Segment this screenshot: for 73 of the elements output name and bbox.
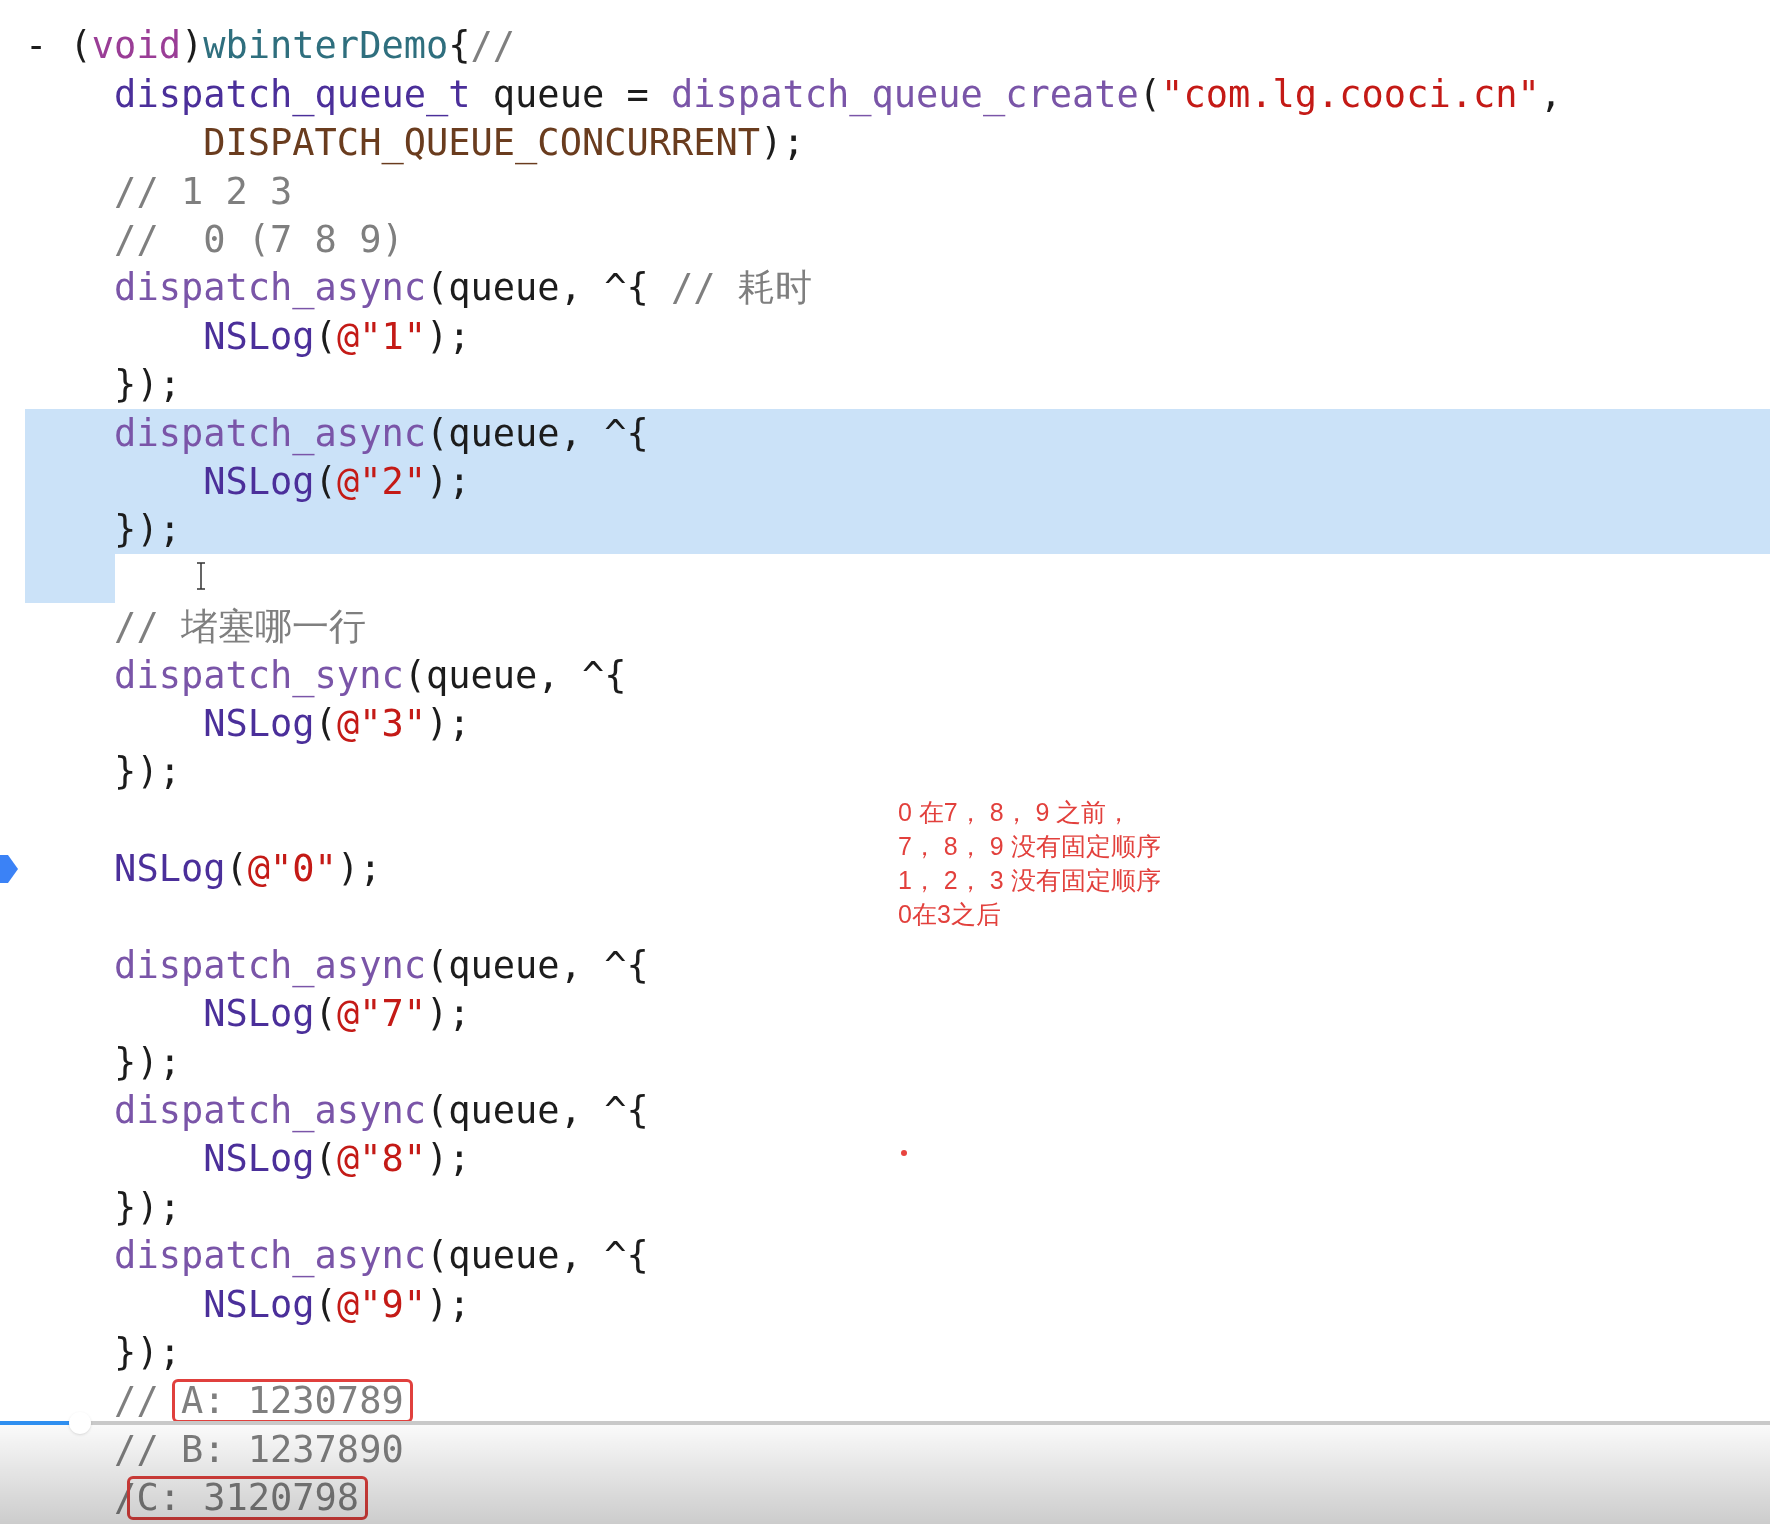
annotation-text: 0 在7， 8， 9 之前， bbox=[898, 797, 1133, 828]
code-text: ( bbox=[314, 458, 337, 505]
annotation-text: 0在3之后 bbox=[898, 899, 1002, 930]
code-text: NSLog bbox=[203, 1281, 315, 1328]
code-text: // bbox=[470, 23, 516, 70]
code-text: , bbox=[1539, 71, 1563, 118]
code-text: dispatch_async bbox=[114, 942, 426, 990]
code-text: // 耗时 bbox=[671, 265, 812, 312]
code-text: ( bbox=[314, 1281, 337, 1328]
code-text: dispatch_queue_create bbox=[671, 71, 1139, 119]
code-text: // 0 (7 8 9) bbox=[114, 217, 404, 263]
code-text: ( bbox=[225, 846, 248, 893]
code-text: (queue, ^{ bbox=[426, 410, 649, 457]
code-text: }); bbox=[114, 507, 181, 554]
annotation-text: 7， 8， 9 没有固定顺序 bbox=[898, 831, 1161, 862]
code-text: (queue, ^{ bbox=[426, 265, 650, 312]
code-text: @"8" bbox=[336, 1136, 426, 1183]
code-text: @"3" bbox=[336, 700, 426, 747]
code-text: ); bbox=[426, 458, 471, 505]
code-text: // 堵塞哪一行 bbox=[114, 604, 366, 651]
text-cursor-icon bbox=[196, 562, 206, 591]
code-text: dispatch_sync bbox=[114, 652, 404, 700]
code-text: NSLog bbox=[203, 991, 315, 1038]
code-text: dispatch_async bbox=[114, 265, 426, 312]
code-text: ); bbox=[426, 700, 471, 747]
code-text: (queue, ^{ bbox=[426, 1088, 649, 1135]
code-text: dispatch_async bbox=[114, 1088, 426, 1135]
code-text: ( bbox=[314, 313, 337, 360]
code-text: dispatch_queue_t bbox=[114, 71, 471, 119]
code-text: void bbox=[91, 23, 181, 70]
code-text: ); bbox=[426, 1136, 471, 1183]
progress-bar[interactable] bbox=[0, 1421, 1770, 1425]
code-text: }); bbox=[114, 1039, 181, 1086]
code-text: NSLog bbox=[203, 458, 315, 505]
code-text: (queue, ^{ bbox=[403, 652, 627, 699]
code-text: @"1" bbox=[336, 313, 426, 360]
code-text: dispatch_async bbox=[114, 410, 426, 458]
code-text: ( bbox=[1138, 71, 1162, 118]
code-text: ); bbox=[760, 120, 805, 167]
code-text: }); bbox=[114, 362, 181, 409]
code-text: ); bbox=[426, 1281, 471, 1328]
code-text: "com.lg.cooci.cn" bbox=[1161, 71, 1540, 118]
code-text: - ( bbox=[25, 23, 92, 70]
code-text: dispatch_async bbox=[114, 1233, 426, 1280]
progress-handle[interactable] bbox=[68, 1412, 91, 1434]
code-text: (queue, ^{ bbox=[426, 942, 649, 989]
code-text: ( bbox=[314, 700, 337, 747]
code-text: }); bbox=[114, 1330, 181, 1376]
code-text: @"0" bbox=[247, 846, 337, 893]
code-text: ( bbox=[314, 1136, 337, 1183]
code-text: @"7" bbox=[336, 991, 426, 1038]
code-text: queue = bbox=[492, 71, 650, 118]
code-text: @"9" bbox=[336, 1281, 426, 1328]
code-text: ); bbox=[336, 846, 382, 893]
code-text: NSLog bbox=[203, 313, 315, 360]
code-text: ); bbox=[426, 991, 471, 1038]
code-text: NSLog bbox=[203, 1136, 315, 1183]
code-text: @"2" bbox=[336, 458, 426, 505]
code-text: // 1 2 3 bbox=[114, 168, 293, 215]
annotation-text: 1， 2， 3 没有固定顺序 bbox=[898, 865, 1161, 896]
code-text: ( bbox=[314, 991, 337, 1038]
code-text: (queue, ^{ bbox=[426, 1233, 649, 1280]
code-text: ); bbox=[426, 313, 471, 360]
code-text: // B: 1237890 bbox=[114, 1426, 404, 1473]
code-text: }); bbox=[114, 749, 181, 796]
code-text: DISPATCH_QUEUE_CONCURRENT bbox=[203, 120, 761, 167]
code-text: // bbox=[114, 1378, 160, 1425]
code-text: NSLog bbox=[114, 846, 226, 893]
code-text: }); bbox=[114, 1184, 181, 1231]
code-text: wbinterDemo bbox=[203, 23, 449, 70]
code-text: ) bbox=[180, 23, 204, 70]
code-text: { bbox=[448, 23, 471, 70]
code-text: NSLog bbox=[203, 700, 315, 747]
